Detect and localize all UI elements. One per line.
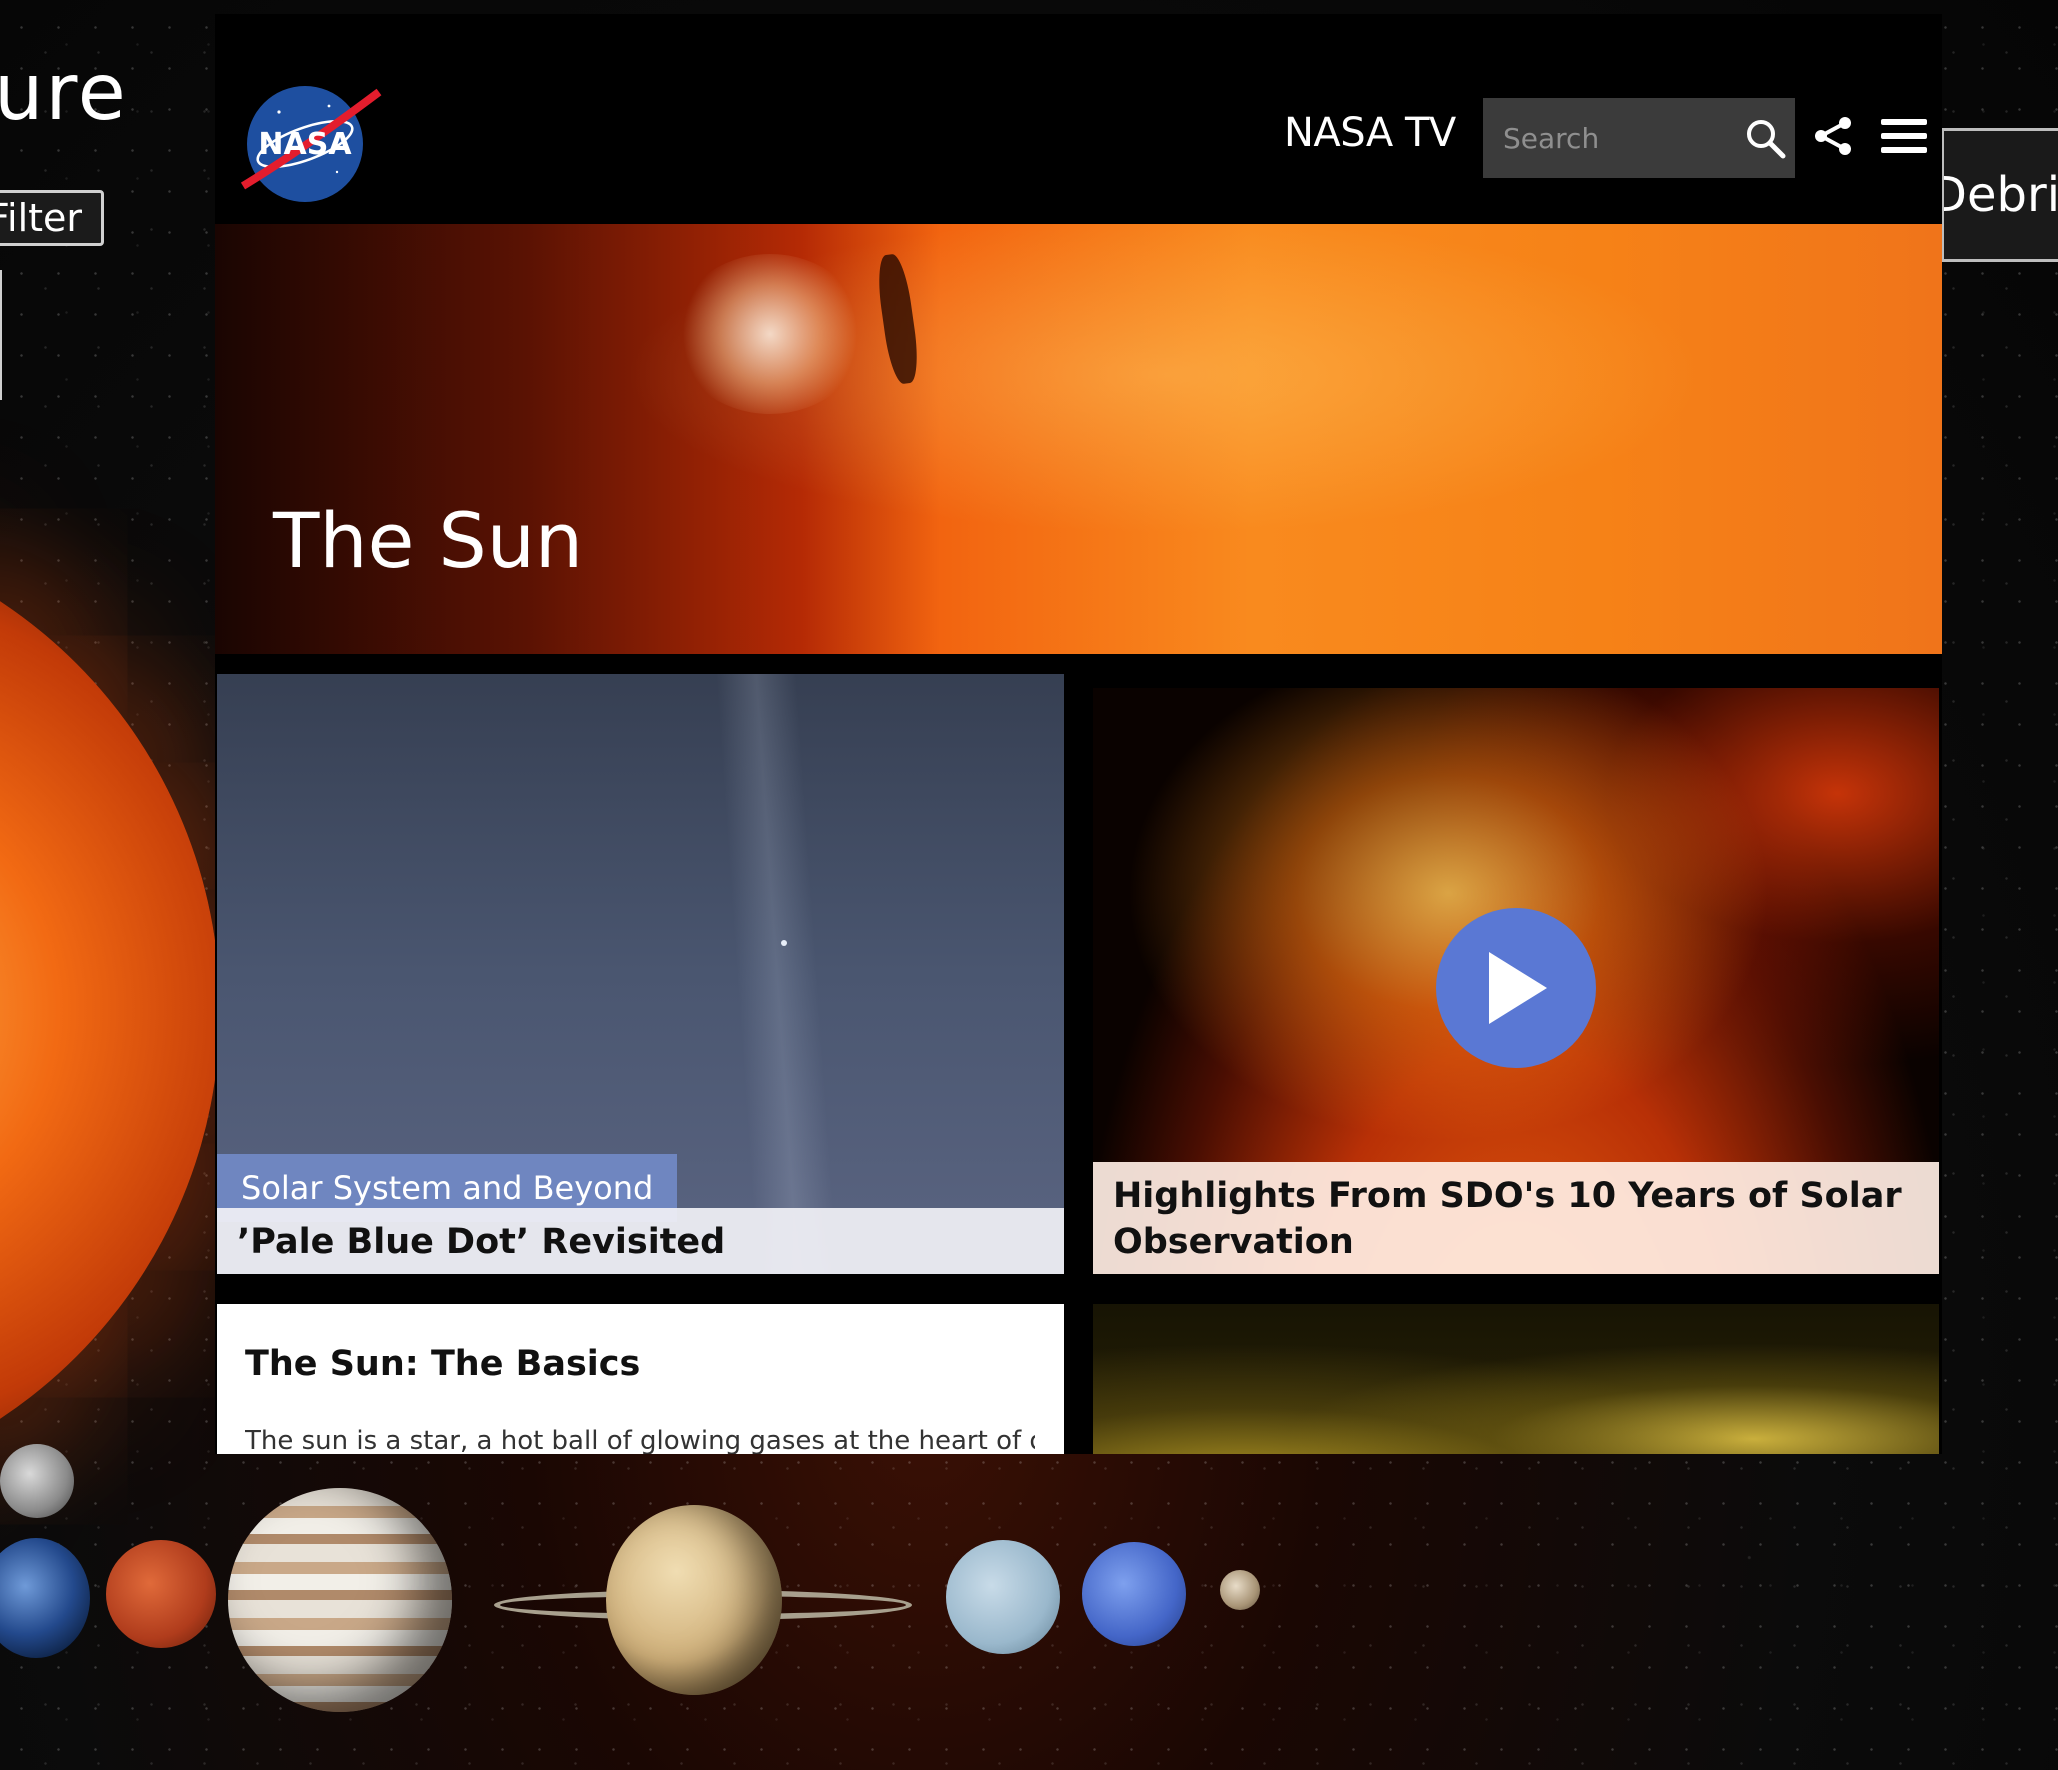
planet-mars[interactable] [106, 1540, 216, 1648]
pale-blue-dot-marker [781, 940, 787, 946]
debris-label: Debris [1944, 167, 2058, 223]
hero-title: The Sun [273, 496, 584, 585]
debris-button[interactable]: Debris [1941, 128, 2058, 262]
card-sun-basics[interactable]: The Sun: The Basics The sun is a star, a… [217, 1304, 1064, 1454]
hamburger-menu-icon[interactable] [1879, 116, 1929, 156]
nasa-logo-text: NASA [258, 127, 352, 162]
play-icon [1489, 952, 1547, 1024]
nasa-logo[interactable]: NASA [239, 82, 383, 206]
nasa-page-frame: NASA NASA TV Search The Sun Solar System… [215, 14, 1942, 1454]
planet-pluto[interactable] [1220, 1570, 1260, 1610]
card-title[interactable]: ’Pale Blue Dot’ Revisited [217, 1208, 1064, 1274]
card-title[interactable]: The Sun: The Basics [245, 1344, 640, 1384]
share-icon[interactable] [1811, 114, 1855, 158]
light-beam [716, 674, 838, 1274]
hero-banner: The Sun [215, 224, 1942, 654]
card-sdo-video[interactable]: Highlights From SDO's 10 Years of Solar … [1093, 688, 1939, 1274]
app-title: ure [0, 48, 128, 138]
planet-uranus[interactable] [946, 1540, 1060, 1654]
filter-button[interactable]: Filter [0, 190, 104, 246]
search-box [1483, 98, 1795, 178]
search-icon[interactable] [1743, 116, 1787, 160]
card-excerpt: The sun is a star, a hot ball of glowing… [245, 1426, 1035, 1454]
card-pale-blue-dot[interactable]: Solar System and Beyond ’Pale Blue Dot’ … [217, 674, 1064, 1274]
search-input[interactable] [1483, 98, 1723, 178]
card-solar-image[interactable] [1093, 1304, 1939, 1454]
app-canvas: ure Filter Debris NASA NASA TV [0, 0, 2058, 1770]
nasa-tv-link[interactable]: NASA TV [1284, 110, 1456, 156]
nasa-meatball-icon: NASA [240, 86, 382, 202]
filter-label: Filter [0, 196, 83, 240]
planet-jupiter[interactable] [228, 1488, 452, 1712]
planet-neptune[interactable] [1082, 1542, 1186, 1646]
play-button[interactable] [1436, 908, 1596, 1068]
planet-saturn[interactable] [606, 1505, 782, 1695]
card-title[interactable]: Highlights From SDO's 10 Years of Solar … [1093, 1162, 1939, 1274]
planet-mercury[interactable] [0, 1444, 74, 1518]
left-panel-edge [0, 270, 2, 400]
nasa-header: NASA NASA TV [215, 14, 1942, 224]
